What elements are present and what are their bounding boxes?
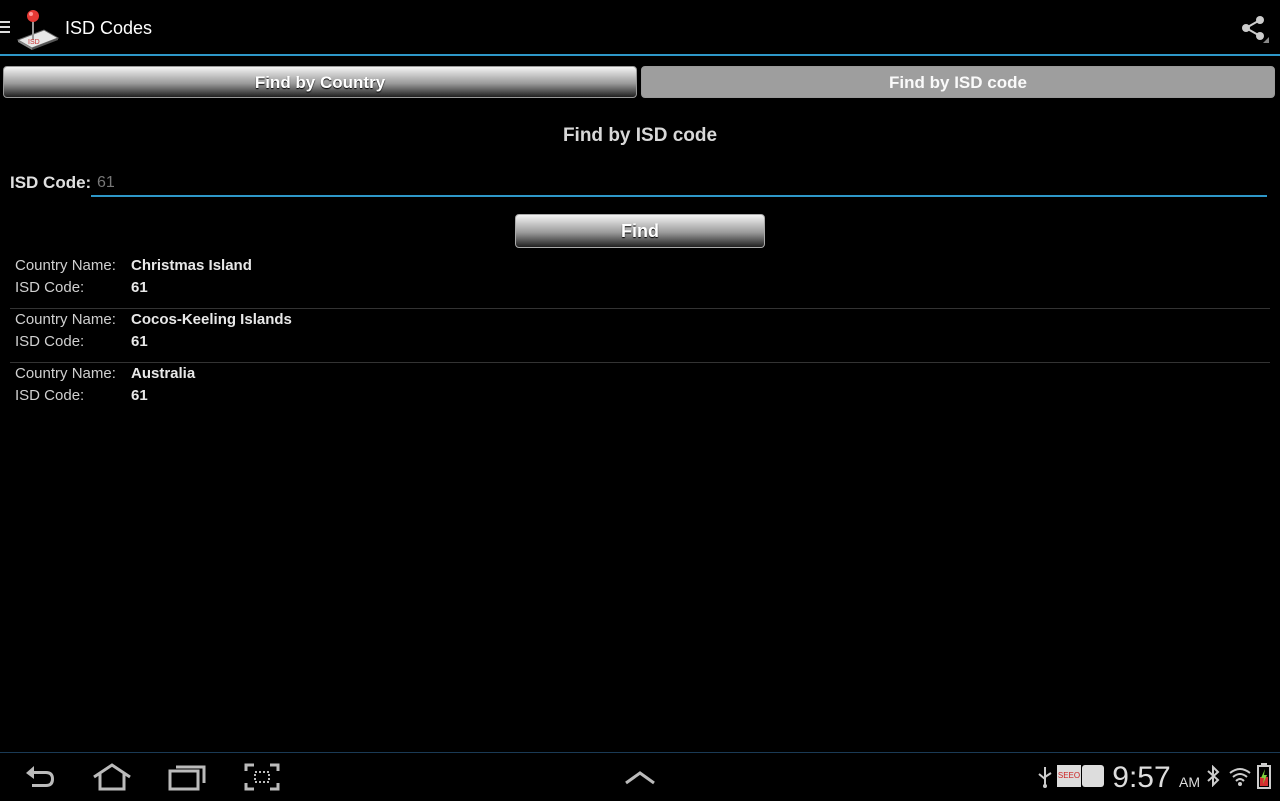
list-item[interactable]: Country Name: Cocos-Keeling Islands ISD C… [10,309,1270,363]
list-item[interactable]: Country Name: Christmas Island ISD Code: 6… [10,255,1270,309]
app-title: ISD Codes [65,18,153,38]
list-item[interactable]: Country Name: Australia ISD Code: 61 [10,363,1270,417]
menu-icon[interactable] [0,21,10,36]
isd-code-label: ISD Code: [15,387,85,404]
country-name-value: Christmas Island [131,257,252,274]
results-list: Country Name: Christmas Island ISD Code: 6… [10,255,1270,417]
status-clock[interactable]: 9:57 AM [1112,761,1200,795]
isd-code-value: 61 [131,279,148,296]
usb-icon [1038,767,1052,788]
share-icon[interactable] [1240,14,1270,44]
isd-code-input[interactable] [91,170,1267,197]
notification-badge[interactable]: SEEO [1057,765,1081,787]
isd-code-label: ISD Code: [10,173,92,192]
up-arrow-icon[interactable] [620,761,660,793]
wifi-icon [1229,768,1251,786]
clock-ampm: AM [1179,774,1200,790]
country-name-label: Country Name: [15,311,116,328]
isd-code-label: ISD Code: [15,279,85,296]
country-name-label: Country Name: [15,365,116,382]
tab-find-by-country[interactable]: Find by Country [3,66,637,98]
app-icon[interactable]: ISD [14,6,60,50]
notification-app-icon[interactable] [1082,765,1104,787]
action-bar: ISD ISD Codes [0,0,1280,56]
isd-code-value: 61 [131,333,148,350]
tab-find-by-isd-code[interactable]: Find by ISD code [641,66,1275,98]
isd-code-label: ISD Code: [15,333,85,350]
back-icon[interactable] [20,761,60,793]
screenshot-icon[interactable] [242,761,282,793]
bluetooth-icon [1207,765,1220,787]
home-icon[interactable] [92,761,132,793]
country-name-value: Australia [131,365,196,382]
svg-text:ISD: ISD [28,39,40,46]
battery-icon [1257,763,1271,789]
clock-time: 9:57 [1112,761,1171,794]
find-button[interactable]: Find [515,214,765,248]
recent-apps-icon[interactable] [167,761,207,793]
country-name-label: Country Name: [15,257,116,274]
system-nav-bar: SEEO 9:57 AM [0,752,1280,801]
section-title: Find by ISD code [562,125,718,146]
isd-code-value: 61 [131,387,148,404]
country-name-value: Cocos-Keeling Islands [131,311,292,328]
